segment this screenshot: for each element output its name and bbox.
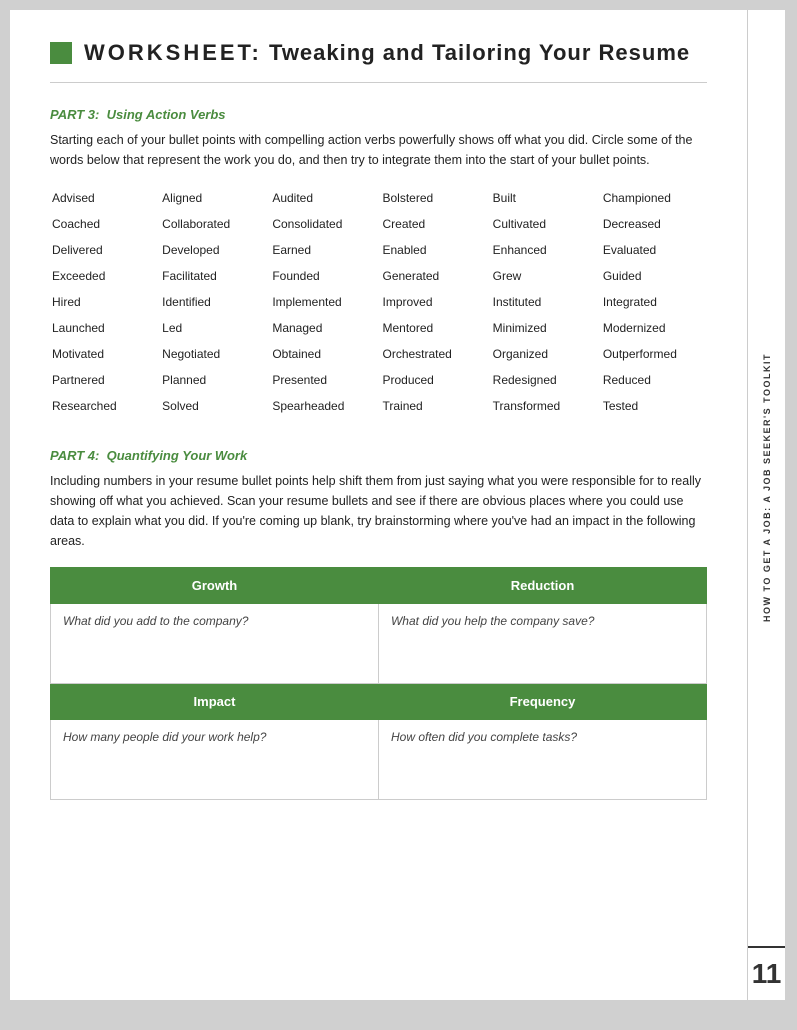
verbs-grid: AdvisedAlignedAuditedBolsteredBuiltChamp…: [50, 186, 707, 418]
verb-cell: Coached: [50, 212, 156, 236]
verb-cell: Championed: [601, 186, 707, 210]
verb-cell: Improved: [380, 290, 486, 314]
table-header: Impact: [51, 684, 379, 720]
verb-cell: Reduced: [601, 368, 707, 392]
verb-cell: Partnered: [50, 368, 156, 392]
table-header: Frequency: [378, 684, 706, 720]
table-question: What did you add to the company?: [51, 604, 379, 684]
verb-cell: Integrated: [601, 290, 707, 314]
part4-header: PART 4: Quantifying Your Work: [50, 448, 707, 463]
verb-cell: Mentored: [380, 316, 486, 340]
verb-cell: Built: [491, 186, 597, 210]
side-tab-text: HOW TO GET A JOB: A JOB SEEKER'S TOOLKIT: [762, 30, 772, 946]
verb-cell: Spearheaded: [270, 394, 376, 418]
table-question: How many people did your work help?: [51, 720, 379, 800]
verb-cell: Solved: [160, 394, 266, 418]
verb-cell: Launched: [50, 316, 156, 340]
verb-cell: Tested: [601, 394, 707, 418]
verb-cell: Bolstered: [380, 186, 486, 210]
part3-title: Using Action Verbs: [107, 107, 226, 122]
verb-cell: Consolidated: [270, 212, 376, 236]
table-header: Growth: [51, 568, 379, 604]
worksheet-label: WORKSHEET:: [84, 40, 262, 65]
verb-cell: Trained: [380, 394, 486, 418]
verb-cell: Exceeded: [50, 264, 156, 288]
verb-cell: Advised: [50, 186, 156, 210]
part3-body: Starting each of your bullet points with…: [50, 130, 707, 170]
verb-cell: Enabled: [380, 238, 486, 262]
verb-cell: Researched: [50, 394, 156, 418]
verb-cell: Facilitated: [160, 264, 266, 288]
verb-cell: Founded: [270, 264, 376, 288]
verb-cell: Redesigned: [491, 368, 597, 392]
header-square: [50, 42, 72, 64]
table-header: Reduction: [378, 568, 706, 604]
part4-title: Quantifying Your Work: [107, 448, 248, 463]
verb-cell: Enhanced: [491, 238, 597, 262]
verb-cell: Collaborated: [160, 212, 266, 236]
page: WORKSHEET: Tweaking and Tailoring Your R…: [10, 10, 747, 1000]
verb-cell: Transformed: [491, 394, 597, 418]
header-subtitle: Tweaking and Tailoring Your Resume: [269, 40, 690, 65]
verb-cell: Organized: [491, 342, 597, 366]
verb-cell: Instituted: [491, 290, 597, 314]
verb-cell: Decreased: [601, 212, 707, 236]
verb-cell: Planned: [160, 368, 266, 392]
verb-cell: Grew: [491, 264, 597, 288]
verb-cell: Orchestrated: [380, 342, 486, 366]
side-tab-number: 11: [748, 946, 785, 1000]
verb-cell: Identified: [160, 290, 266, 314]
header: WORKSHEET: Tweaking and Tailoring Your R…: [50, 40, 707, 83]
verb-cell: Obtained: [270, 342, 376, 366]
verb-cell: Cultivated: [491, 212, 597, 236]
header-title: WORKSHEET: Tweaking and Tailoring Your R…: [84, 40, 690, 66]
table-question: What did you help the company save?: [378, 604, 706, 684]
verb-cell: Delivered: [50, 238, 156, 262]
verb-cell: Negotiated: [160, 342, 266, 366]
verb-cell: Guided: [601, 264, 707, 288]
verb-cell: Audited: [270, 186, 376, 210]
verb-cell: Created: [380, 212, 486, 236]
verb-cell: Earned: [270, 238, 376, 262]
verb-cell: Outperformed: [601, 342, 707, 366]
verb-cell: Led: [160, 316, 266, 340]
verb-cell: Motivated: [50, 342, 156, 366]
verb-cell: Hired: [50, 290, 156, 314]
part4-body: Including numbers in your resume bullet …: [50, 471, 707, 551]
verb-cell: Generated: [380, 264, 486, 288]
verb-cell: Modernized: [601, 316, 707, 340]
part3-header: PART 3: Using Action Verbs: [50, 107, 707, 122]
quantifying-table: GrowthReductionWhat did you add to the c…: [50, 567, 707, 800]
verb-cell: Minimized: [491, 316, 597, 340]
verb-cell: Aligned: [160, 186, 266, 210]
verb-cell: Presented: [270, 368, 376, 392]
verb-cell: Managed: [270, 316, 376, 340]
verb-cell: Evaluated: [601, 238, 707, 262]
verb-cell: Developed: [160, 238, 266, 262]
side-tab: HOW TO GET A JOB: A JOB SEEKER'S TOOLKIT…: [747, 10, 785, 1000]
part3-label: PART 3:: [50, 107, 99, 122]
part4-label: PART 4:: [50, 448, 99, 463]
verb-cell: Implemented: [270, 290, 376, 314]
table-question: How often did you complete tasks?: [378, 720, 706, 800]
verb-cell: Produced: [380, 368, 486, 392]
